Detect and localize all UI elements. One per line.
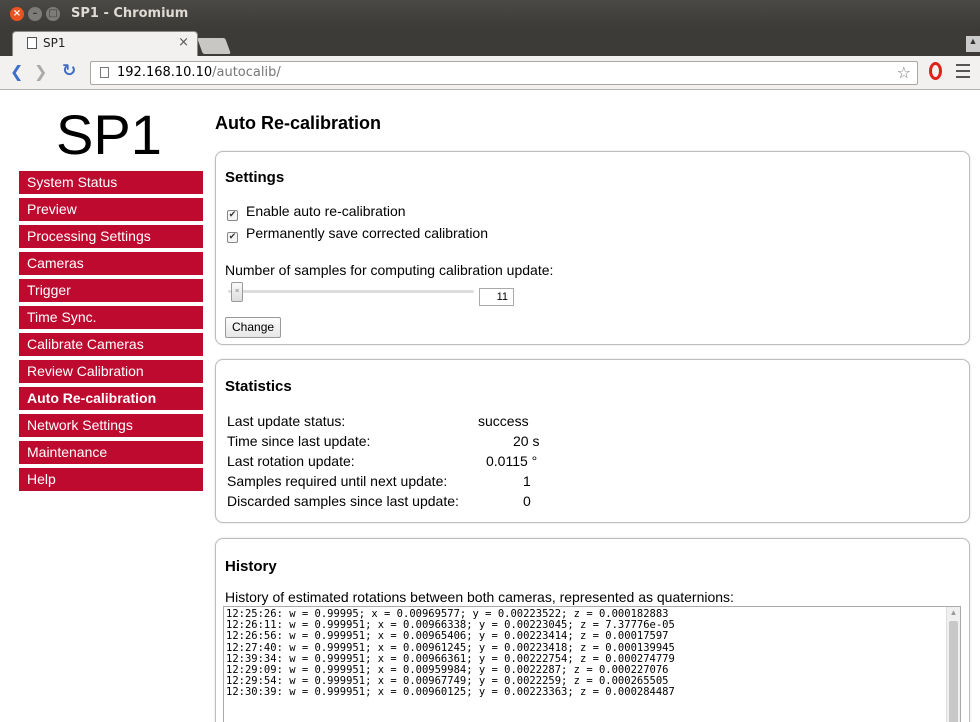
save-calibration-label: Permanently save corrected calibration bbox=[246, 225, 489, 241]
address-bar[interactable]: 192.168.10.10/autocalib/ ☆ bbox=[90, 61, 918, 85]
enable-recalibration-checkbox[interactable]: ✔ bbox=[227, 210, 238, 221]
profile-icon[interactable]: ▲ bbox=[966, 36, 980, 52]
history-heading: History bbox=[225, 558, 277, 575]
stat-value-samples-required: 1 bbox=[523, 473, 531, 489]
save-calibration-row[interactable]: ✔ Permanently save corrected calibration bbox=[227, 225, 488, 243]
page-title: Auto Re-calibration bbox=[215, 113, 382, 133]
window-title: SP1 - Chromium bbox=[71, 6, 189, 21]
history-line: 12:30:39: w = 0.999951; x = 0.00960125; … bbox=[226, 686, 675, 699]
change-button[interactable]: Change bbox=[225, 317, 282, 338]
sidebar-item-system-status[interactable]: System Status bbox=[19, 171, 203, 194]
sidebar-item-trigger[interactable]: Trigger bbox=[19, 279, 203, 302]
enable-recalibration-label: Enable auto re-calibration bbox=[246, 203, 406, 219]
sidebar-item-cameras[interactable]: Cameras bbox=[19, 252, 203, 275]
scroll-up-arrow-icon[interactable]: ▲ bbox=[947, 607, 960, 619]
sidebar-item-time-sync[interactable]: Time Sync. bbox=[19, 306, 203, 329]
sidebar-item-help[interactable]: Help bbox=[19, 468, 203, 491]
window-controls: × – □ bbox=[10, 7, 60, 21]
history-lines: 12:25:26: w = 0.99995; x = 0.00969577; y… bbox=[226, 608, 675, 699]
statistics-heading: Statistics bbox=[225, 378, 292, 395]
window-close-icon[interactable]: × bbox=[10, 7, 24, 21]
back-arrow-icon[interactable]: ❮ bbox=[10, 62, 23, 81]
logo: SP1 bbox=[56, 103, 162, 166]
history-textarea[interactable]: 12:25:26: w = 0.99995; x = 0.00969577; y… bbox=[223, 606, 961, 722]
history-scrollbar[interactable]: ▲ bbox=[946, 607, 960, 722]
page-icon bbox=[27, 37, 37, 49]
browser-tab[interactable]: SP1 × bbox=[12, 31, 198, 56]
opera-extension-icon[interactable] bbox=[929, 62, 942, 80]
enable-recalibration-row[interactable]: ✔ Enable auto re-calibration bbox=[227, 203, 406, 221]
samples-slider-track[interactable] bbox=[228, 290, 474, 293]
history-line: 12:26:56: w = 0.999951; x = 0.00965406; … bbox=[226, 630, 669, 643]
history-panel: History History of estimated rotations b… bbox=[215, 538, 970, 722]
sidebar-item-maintenance[interactable]: Maintenance bbox=[19, 441, 203, 464]
sidebar-item-review-calibration[interactable]: Review Calibration bbox=[19, 360, 203, 383]
stat-value-time-since: 20 s bbox=[513, 433, 540, 449]
tab-title: SP1 bbox=[43, 36, 66, 50]
hamburger-menu-icon[interactable] bbox=[956, 64, 970, 82]
sidebar-item-processing-settings[interactable]: Processing Settings bbox=[19, 225, 203, 248]
sidebar-item-calibrate-cameras[interactable]: Calibrate Cameras bbox=[19, 333, 203, 356]
stat-value-rotation: 0.0115 ° bbox=[486, 453, 538, 469]
stat-value-discarded: 0 bbox=[523, 493, 531, 509]
scrollbar-thumb[interactable] bbox=[949, 621, 958, 722]
bookmark-star-icon[interactable]: ☆ bbox=[897, 63, 911, 82]
history-description: History of estimated rotations between b… bbox=[225, 589, 734, 605]
reload-icon[interactable]: ↻ bbox=[62, 61, 76, 81]
page-icon bbox=[100, 67, 109, 78]
samples-slider-handle[interactable]: ≡ bbox=[231, 282, 243, 302]
save-calibration-checkbox[interactable]: ✔ bbox=[227, 232, 238, 243]
tab-close-icon[interactable]: × bbox=[178, 35, 189, 50]
window-maximize-icon[interactable]: □ bbox=[46, 7, 60, 21]
url-text[interactable]: 192.168.10.10/autocalib/ bbox=[117, 65, 281, 80]
window-minimize-icon[interactable]: – bbox=[28, 7, 42, 21]
statistics-panel: Statistics Last update status: success T… bbox=[215, 359, 970, 523]
forward-arrow-icon[interactable]: ❯ bbox=[34, 62, 47, 81]
samples-label: Number of samples for computing calibrat… bbox=[225, 262, 554, 278]
samples-input[interactable]: 11 bbox=[479, 288, 514, 306]
settings-heading: Settings bbox=[225, 169, 285, 186]
sidebar-item-preview[interactable]: Preview bbox=[19, 198, 203, 221]
web-page: SP1 System Status Preview Processing Set… bbox=[0, 91, 980, 722]
new-tab-button[interactable] bbox=[197, 38, 231, 54]
sidebar-item-auto-recalibration[interactable]: Auto Re-calibration bbox=[19, 387, 203, 410]
window-titlebar: × – □ SP1 - Chromium bbox=[0, 0, 980, 28]
browser-toolbar: ❮ ❯ ↻ 192.168.10.10/autocalib/ ☆ bbox=[0, 56, 980, 90]
tab-strip: SP1 × ▲ bbox=[0, 28, 980, 56]
sidebar-nav: System Status Preview Processing Setting… bbox=[19, 171, 203, 495]
stat-value-status: success bbox=[478, 413, 529, 429]
sidebar-item-network-settings[interactable]: Network Settings bbox=[19, 414, 203, 437]
settings-panel: Settings ✔ Enable auto re-calibration ✔ Pe… bbox=[215, 151, 970, 345]
